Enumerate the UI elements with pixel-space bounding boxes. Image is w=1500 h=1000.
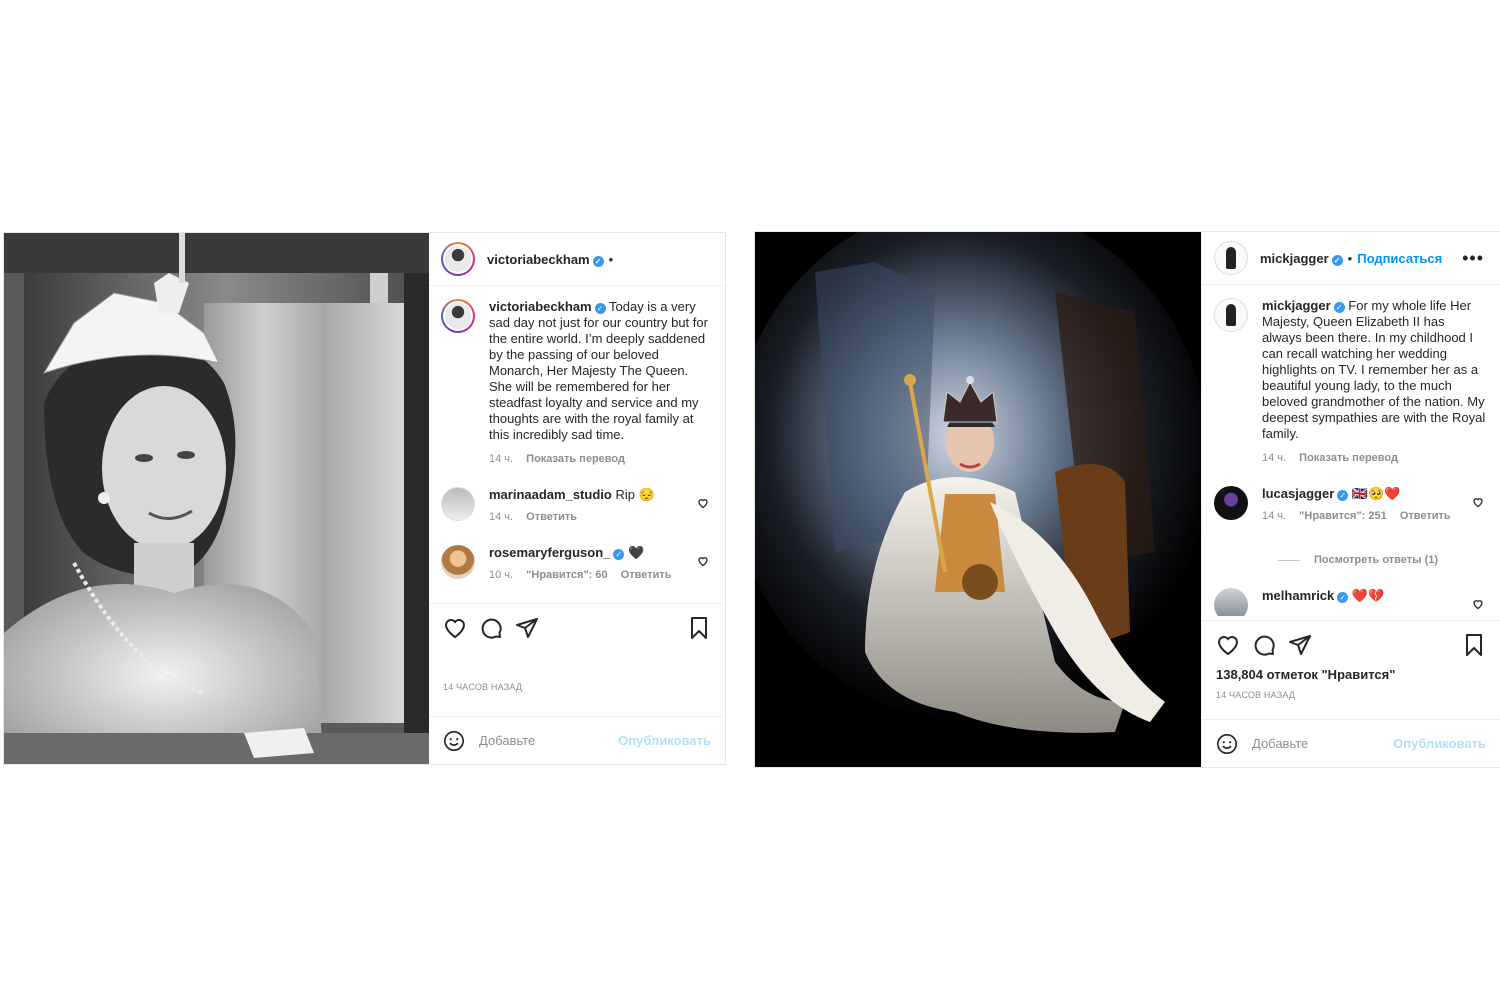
avatar[interactable] <box>441 545 475 579</box>
post-header: victoriabeckham ✓ • <box>429 233 725 286</box>
avatar[interactable] <box>1214 298 1248 332</box>
caption-text: Today is a very sad day not just for our… <box>489 299 708 442</box>
comment-time[interactable]: 14 ч. <box>489 511 513 523</box>
caption-username[interactable]: victoriabeckham <box>489 299 592 314</box>
reply-button[interactable]: Ответить <box>1400 510 1451 522</box>
comments-area: victoriabeckham ✓ Today is a very sad day… <box>429 287 725 583</box>
comment-time[interactable]: 10 ч. <box>489 569 513 581</box>
comment-row: lucasjagger ✓ 🇬🇧🥺❤️ 14 ч. "Нравится": 251… <box>1214 486 1486 524</box>
posted-ago: 14 ЧАСОВ НАЗАД <box>443 682 523 692</box>
comment-likes[interactable]: "Нравится": 251 <box>1299 510 1387 522</box>
post-sidebar: victoriabeckham ✓ • victoriabeckham ✓ Toda… <box>429 233 725 764</box>
comment-username[interactable]: rosemaryferguson_ <box>489 545 610 560</box>
more-options-icon[interactable]: ••• <box>1462 248 1484 269</box>
bookmark-icon[interactable] <box>687 616 711 640</box>
likes-count[interactable]: 138,804 отметок "Нравится" <box>1216 667 1486 682</box>
caption-row: mickjagger ✓ For my whole life Her Majest… <box>1214 298 1486 466</box>
caption-text: For my whole life Her Majesty, Queen Eli… <box>1262 298 1486 441</box>
bookmark-icon[interactable] <box>1462 633 1486 657</box>
add-comment-input[interactable]: Добавьте <box>1252 736 1393 751</box>
comment-username[interactable]: melhamrick <box>1262 588 1334 603</box>
add-comment-bar: Добавьте Опубликовать <box>429 716 725 764</box>
post-actions: 14 ЧАСОВ НАЗАД <box>429 603 725 718</box>
heart-icon[interactable] <box>1216 633 1240 657</box>
avatar[interactable] <box>1214 486 1248 520</box>
view-replies-label[interactable]: Посмотреть ответы (1) <box>1314 554 1438 566</box>
verified-badge-icon: ✓ <box>1333 302 1345 313</box>
emoji-icon[interactable] <box>443 730 465 752</box>
mickjagger-post: mickjagger ✓ • Подписаться ••• mickjagger… <box>754 231 1500 768</box>
publish-button[interactable]: Опубликовать <box>1393 736 1486 751</box>
add-comment-input[interactable]: Добавьте <box>479 733 618 748</box>
like-comment-heart-icon[interactable] <box>697 555 709 567</box>
comment-username[interactable]: marinaadam_studio <box>489 487 612 502</box>
comment-likes[interactable]: "Нравится": 60 <box>526 569 607 581</box>
comment-row: melhamrick ✓ ❤️💔 <box>1214 588 1486 616</box>
verified-badge-icon: ✓ <box>613 549 625 560</box>
comment-text: 🇬🇧🥺❤️ <box>1351 486 1401 501</box>
publish-button[interactable]: Опубликовать <box>618 733 711 748</box>
heart-icon[interactable] <box>443 616 467 640</box>
comments-area[interactable]: mickjagger ✓ For my whole life Her Majest… <box>1202 286 1500 616</box>
avatar[interactable] <box>441 242 475 276</box>
verified-badge-icon: ✓ <box>592 255 604 267</box>
verified-badge-icon: ✓ <box>1337 490 1349 501</box>
avatar[interactable] <box>1214 241 1248 275</box>
replies-divider <box>1278 559 1300 561</box>
separator-dot: • <box>608 251 614 267</box>
caption-time[interactable]: 14 ч. <box>1262 452 1286 464</box>
comment-username[interactable]: lucasjagger <box>1262 486 1334 501</box>
comment-text: Rip 😔 <box>615 487 655 502</box>
show-translation-button[interactable]: Показать перевод <box>526 453 625 465</box>
avatar[interactable] <box>1214 588 1248 616</box>
caption-time[interactable]: 14 ч. <box>489 453 513 465</box>
like-comment-heart-icon[interactable] <box>1472 496 1484 508</box>
comment-icon[interactable] <box>1252 633 1276 657</box>
separator-dot: • <box>1347 250 1353 266</box>
queen-coronation-image <box>755 232 1201 767</box>
avatar[interactable] <box>441 299 475 333</box>
view-replies-button[interactable]: Посмотреть ответы (1) <box>1278 554 1486 566</box>
emoji-icon[interactable] <box>1216 733 1238 755</box>
reply-button[interactable]: Ответить <box>621 569 672 581</box>
follow-button[interactable]: Подписаться <box>1357 251 1442 266</box>
post-actions: 138,804 отметок "Нравится" 14 ЧАСОВ НАЗА… <box>1202 620 1500 720</box>
post-sidebar: mickjagger ✓ • Подписаться ••• mickjagger… <box>1201 232 1500 767</box>
verified-badge-icon: ✓ <box>594 303 606 314</box>
victoriabeckham-post: victoriabeckham ✓ • victoriabeckham ✓ Toda… <box>3 232 726 765</box>
posted-ago: 14 ЧАСОВ НАЗАД <box>1216 690 1296 700</box>
verified-badge-icon: ✓ <box>1331 254 1343 266</box>
comment-text: ❤️💔 <box>1351 588 1385 603</box>
comment-time[interactable]: 14 ч. <box>1262 510 1286 522</box>
comment-row: rosemaryferguson_ ✓ 🖤 10 ч. "Нравится": 6… <box>441 545 711 583</box>
reply-button[interactable]: Ответить <box>526 511 577 523</box>
show-translation-button[interactable]: Показать перевод <box>1299 452 1398 464</box>
like-comment-heart-icon[interactable] <box>1472 598 1484 610</box>
author-username[interactable]: mickjagger ✓ <box>1260 251 1343 266</box>
author-username[interactable]: victoriabeckham ✓ <box>487 252 604 267</box>
post-photo-queen-coronation[interactable] <box>755 232 1201 767</box>
queen-portrait-image <box>4 233 429 764</box>
comment-icon[interactable] <box>479 616 503 640</box>
comment-text: 🖤 <box>628 545 645 560</box>
post-photo-queen-bw[interactable] <box>4 233 429 764</box>
add-comment-bar: Добавьте Опубликовать <box>1202 719 1500 767</box>
post-header: mickjagger ✓ • Подписаться ••• <box>1202 232 1500 285</box>
caption-username[interactable]: mickjagger <box>1262 298 1331 313</box>
avatar[interactable] <box>441 487 475 521</box>
share-icon[interactable] <box>1288 633 1312 657</box>
verified-badge-icon: ✓ <box>1337 592 1349 603</box>
comment-row: marinaadam_studio Rip 😔 14 ч. Ответить <box>441 487 711 525</box>
like-comment-heart-icon[interactable] <box>697 497 709 509</box>
share-icon[interactable] <box>515 616 539 640</box>
caption-row: victoriabeckham ✓ Today is a very sad day… <box>441 299 711 467</box>
